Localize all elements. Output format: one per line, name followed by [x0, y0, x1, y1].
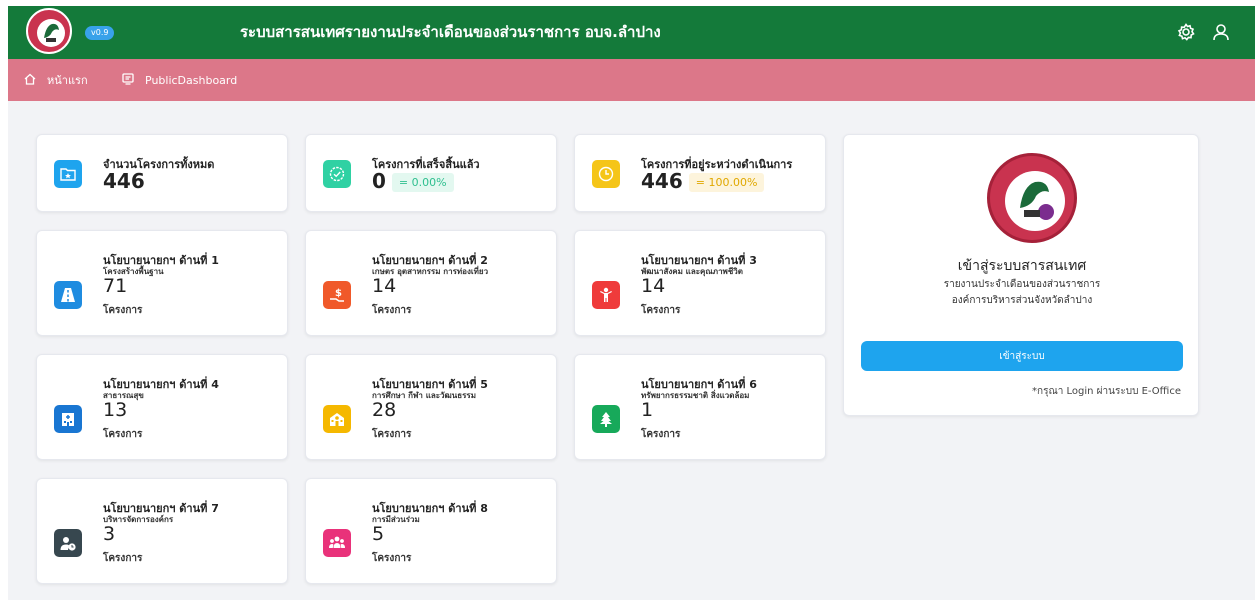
- login-button[interactable]: เข้าสู่ระบบ: [861, 341, 1183, 371]
- child-icon: [592, 281, 620, 309]
- login-title: เข้าสู่ระบบสารสนเทศ: [957, 258, 1087, 274]
- svg-text:$: $: [335, 288, 342, 299]
- policy-7-count: 3: [103, 523, 116, 545]
- folder-star-icon: [54, 160, 82, 188]
- policy-3-count: 14: [641, 275, 666, 297]
- policy-2-count: 14: [372, 275, 397, 297]
- nav-bar: หน้าแรก PublicDashboard: [8, 59, 1255, 101]
- stat-card-completed: โครงการที่เสร็จสิ้นแล้ว 0 = 0.00%: [305, 134, 557, 212]
- people-group-icon: [323, 529, 351, 557]
- stat-total-value: 446: [103, 169, 145, 193]
- policy-card-7[interactable]: นโยบายนายกฯ ด้านที่ 7 บริหารจัดการองค์กร…: [36, 478, 288, 584]
- policy-4-count: 13: [103, 399, 128, 421]
- policy-5-count: 28: [372, 399, 397, 421]
- stat-completed-value-row: 0 = 0.00%: [372, 169, 454, 193]
- policy-card-6[interactable]: นโยบายนายกฯ ด้านที่ 6 ทรัพยากรธรรมชาติ ส…: [574, 354, 826, 460]
- policy-1-count: 71: [103, 275, 128, 297]
- nav-item-home[interactable]: หน้าแรก: [23, 59, 88, 101]
- stat-in-progress-value: 446: [641, 169, 683, 193]
- organization-seal-icon: [987, 153, 1077, 243]
- policy-card-5[interactable]: นโยบายนายกฯ ด้านที่ 5 การศึกษา กีฬา และว…: [305, 354, 557, 460]
- policy-6-unit: โครงการ: [641, 429, 681, 440]
- policy-5-unit: โครงการ: [372, 429, 412, 440]
- nav-item-public-dashboard[interactable]: PublicDashboard: [121, 59, 237, 101]
- top-bar: v0.9 ระบบสารสนเทศรายงานประจำเดือนของส่วน…: [8, 6, 1255, 59]
- hand-money-icon: $: [323, 281, 351, 309]
- road-icon: [54, 281, 82, 309]
- policy-card-4[interactable]: นโยบายนายกฯ ด้านที่ 4 สาธารณสุข 13 โครงก…: [36, 354, 288, 460]
- policy-3-unit: โครงการ: [641, 305, 681, 316]
- version-badge: v0.9: [85, 26, 115, 40]
- policy-2-unit: โครงการ: [372, 305, 412, 316]
- policy-card-1[interactable]: นโยบายนายกฯ ด้านที่ 1 โครงสร้างพื้นฐาน 7…: [36, 230, 288, 336]
- login-note: *กรุณา Login ผ่านระบบ E-Office: [1032, 386, 1181, 397]
- logo-icon[interactable]: [26, 8, 72, 54]
- settings-icon[interactable]: [1176, 22, 1196, 42]
- policy-card-8[interactable]: นโยบายนายกฯ ด้านที่ 8 การมีส่วนร่วม 5 โค…: [305, 478, 557, 584]
- user-clock-icon: [54, 529, 82, 557]
- policy-6-count: 1: [641, 399, 654, 421]
- policy-6-subtitle: ทรัพยากรธรรมชาติ สิ่งแวดล้อม: [641, 391, 750, 400]
- tree-icon: [592, 405, 620, 433]
- stat-completed-value: 0: [372, 169, 386, 193]
- dashboard-content: จำนวนโครงการทั้งหมด 446 โครงการที่เสร็จส…: [8, 101, 1255, 600]
- login-subtitle-2: องค์การบริหารส่วนจังหวัดลำปาง: [951, 295, 1093, 306]
- stat-in-progress-percent: = 100.00%: [688, 173, 765, 192]
- school-icon: [323, 405, 351, 433]
- policy-1-unit: โครงการ: [103, 305, 143, 316]
- app-title: ระบบสารสนเทศรายงานประจำเดือนของส่วนราชกา…: [240, 23, 661, 41]
- stat-card-in-progress: โครงการที่อยู่ระหว่างดำเนินการ 446 = 100.…: [574, 134, 826, 212]
- clock-icon: [592, 160, 620, 188]
- dashboard-icon: [121, 72, 135, 89]
- policy-card-2[interactable]: $ นโยบายนายกฯ ด้านที่ 2 เกษตร อุตสาหกรรม…: [305, 230, 557, 336]
- login-card: เข้าสู่ระบบสารสนเทศ รายงานประจำเดือนของส…: [843, 134, 1199, 416]
- nav-home-label: หน้าแรก: [47, 74, 88, 87]
- policy-7-unit: โครงการ: [103, 553, 143, 564]
- stat-in-progress-value-row: 446 = 100.00%: [641, 169, 765, 193]
- policy-card-3[interactable]: นโยบายนายกฯ ด้านที่ 3 พัฒนาสังคม และคุณภ…: [574, 230, 826, 336]
- login-subtitle-1: รายงานประจำเดือนของส่วนราชการ: [943, 279, 1101, 290]
- check-badge-icon: [323, 160, 351, 188]
- stat-completed-percent: = 0.00%: [391, 173, 454, 192]
- policy-8-count: 5: [372, 523, 385, 545]
- nav-dashboard-label: PublicDashboard: [145, 73, 238, 87]
- policy-4-unit: โครงการ: [103, 429, 143, 440]
- policy-8-unit: โครงการ: [372, 553, 412, 564]
- hospital-icon: [54, 405, 82, 433]
- user-icon[interactable]: [1211, 22, 1231, 42]
- stat-card-total: จำนวนโครงการทั้งหมด 446: [36, 134, 288, 212]
- home-icon: [23, 72, 37, 89]
